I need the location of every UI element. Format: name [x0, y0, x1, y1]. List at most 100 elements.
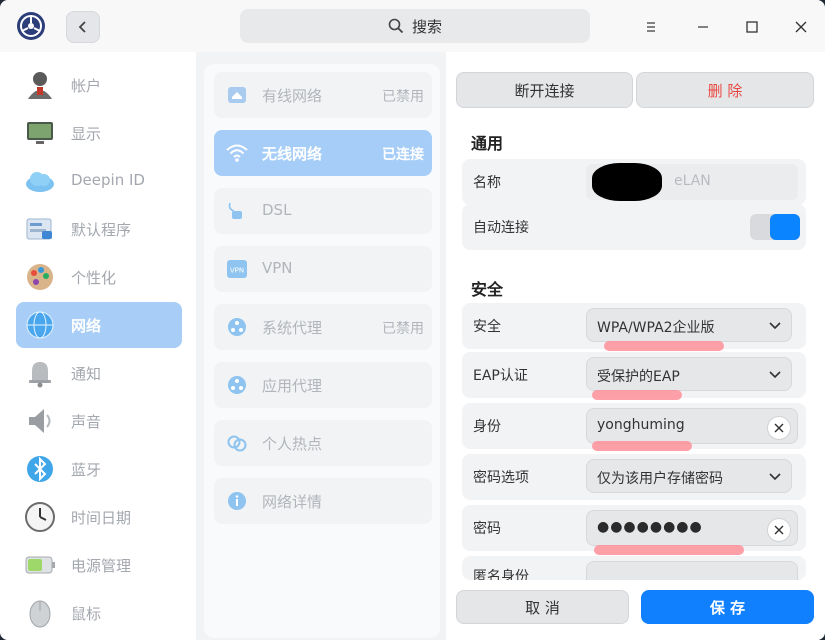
- eap-value: 受保护的EAP: [597, 369, 680, 385]
- hotspot-icon: [227, 435, 247, 452]
- name-label: 名称: [473, 175, 501, 191]
- eap-row: EAP认证 受保护的EAP: [462, 352, 806, 400]
- title-bar: 搜索: [0, 0, 825, 52]
- sidebar-item-datetime[interactable]: 时间日期: [16, 494, 182, 540]
- sidebar-item-network[interactable]: 网络: [16, 302, 182, 348]
- disconnect-button[interactable]: 断开连接: [456, 72, 633, 108]
- network-item-label: 有线网络: [262, 87, 323, 105]
- password-option-value: 仅为该用户存储密码: [597, 471, 723, 487]
- sidebar-item-personalization[interactable]: 个性化: [16, 254, 182, 300]
- highlight-mark: [592, 441, 692, 451]
- cloud-icon: [26, 172, 54, 192]
- close-button[interactable]: [786, 12, 816, 42]
- auto-connect-toggle[interactable]: [750, 214, 800, 240]
- sidebar-item-mouse[interactable]: 鼠标: [16, 590, 182, 636]
- menu-icon: [647, 22, 655, 32]
- network-item-wired[interactable]: 有线网络 已禁用: [214, 72, 432, 118]
- minimize-icon: [698, 26, 708, 28]
- settings-window: 搜索 帐户 显示 Deepin ID 默认程序 个性化 网络 通知 声音 蓝牙 …: [0, 0, 825, 640]
- bell-icon: [29, 362, 51, 388]
- network-item-details[interactable]: 网络详情: [214, 478, 432, 524]
- system-proxy-icon: [228, 318, 246, 336]
- redaction-mark: [592, 163, 662, 201]
- maximize-icon: [746, 21, 758, 33]
- vpn-icon: VPN: [227, 260, 247, 278]
- sidebar-item-default-apps[interactable]: 默认程序: [16, 206, 182, 252]
- highlight-mark: [604, 341, 724, 351]
- sidebar-item-notification[interactable]: 通知: [16, 350, 182, 396]
- network-item-system-proxy[interactable]: 系统代理 已禁用: [214, 304, 432, 350]
- sidebar-item-label: 默认程序: [71, 221, 132, 239]
- security-row: 安全 WPA/WPA2企业版: [462, 303, 806, 351]
- bluetooth-icon: [27, 456, 53, 482]
- network-item-label: 网络详情: [262, 493, 323, 511]
- eap-select[interactable]: 受保护的EAP: [586, 357, 792, 391]
- speaker-icon: [29, 409, 51, 433]
- cancel-button[interactable]: 取 消: [456, 590, 629, 624]
- network-item-status: 已禁用: [382, 321, 424, 337]
- identity-value: yonghuming: [597, 417, 685, 433]
- delete-button[interactable]: 删 除: [636, 72, 814, 108]
- sidebar-item-bluetooth[interactable]: 蓝牙: [16, 446, 182, 492]
- highlight-mark: [592, 390, 682, 400]
- network-item-hotspot[interactable]: 个人热点: [214, 420, 432, 466]
- back-button[interactable]: [66, 11, 100, 43]
- chevron-down-icon: [769, 473, 781, 481]
- clear-button[interactable]: [767, 518, 791, 542]
- highlight-mark: [594, 545, 744, 555]
- network-item-status: 已连接: [382, 147, 424, 163]
- anonymous-identity-row: 匿名身份: [462, 556, 806, 580]
- save-button[interactable]: 保 存: [641, 590, 814, 624]
- network-item-label: DSL: [262, 201, 292, 219]
- sidebar-item-display[interactable]: 显示: [16, 110, 182, 156]
- sidebar-item-deepin-id[interactable]: Deepin ID: [16, 158, 182, 204]
- search-placeholder: 搜索: [411, 17, 442, 36]
- palette-icon: [27, 264, 53, 290]
- maximize-button[interactable]: [737, 12, 767, 42]
- app-proxy-icon: [228, 376, 246, 394]
- chevron-down-icon: [769, 371, 781, 379]
- default-apps-icon: [26, 218, 52, 240]
- svg-text:VPN: VPN: [230, 267, 244, 275]
- security-select[interactable]: WPA/WPA2企业版: [586, 308, 792, 342]
- sidebar: 帐户 显示 Deepin ID 默认程序 个性化 网络 通知 声音 蓝牙 时间日…: [0, 52, 196, 640]
- sidebar-item-label: 显示: [71, 125, 102, 143]
- chevron-left-icon: [78, 21, 86, 33]
- identity-input[interactable]: yonghuming: [586, 408, 798, 444]
- security-value: WPA/WPA2企业版: [597, 320, 715, 336]
- eap-label: EAP认证: [473, 368, 528, 384]
- password-option-row: 密码选项 仅为该用户存储密码: [462, 454, 806, 500]
- network-item-wireless[interactable]: 无线网络 已连接: [214, 130, 432, 176]
- anonymous-identity-input[interactable]: [586, 561, 798, 580]
- sidebar-item-sound[interactable]: 声音: [16, 398, 182, 444]
- dsl-icon: [228, 202, 242, 219]
- clear-button[interactable]: [767, 416, 791, 440]
- network-item-app-proxy[interactable]: 应用代理: [214, 362, 432, 408]
- sidebar-item-account[interactable]: 帐户: [16, 62, 182, 108]
- menu-button[interactable]: [636, 12, 666, 42]
- action-bar: 取 消 保 存: [446, 580, 825, 640]
- identity-label: 身份: [473, 419, 501, 435]
- password-label: 密码: [473, 521, 501, 537]
- minimize-button[interactable]: [688, 12, 718, 42]
- password-input[interactable]: ●●●●●●●●: [586, 510, 798, 546]
- sidebar-item-power[interactable]: 电源管理: [16, 542, 182, 588]
- cancel-button-label: 取 消: [525, 598, 560, 617]
- close-icon: [795, 21, 807, 33]
- save-button-label: 保 存: [709, 598, 746, 617]
- sidebar-item-label: 网络: [71, 317, 102, 335]
- search-input[interactable]: 搜索: [240, 9, 590, 43]
- info-icon: [228, 492, 246, 510]
- clear-icon: [774, 423, 784, 433]
- sidebar-item-label: 声音: [71, 413, 102, 431]
- network-item-dsl[interactable]: DSL: [214, 188, 432, 234]
- auto-connect-row: 自动连接: [462, 204, 806, 250]
- display-icon: [27, 122, 53, 144]
- network-item-vpn[interactable]: VPN VPN: [214, 246, 432, 292]
- network-item-status: 已禁用: [382, 89, 424, 105]
- password-option-select[interactable]: 仅为该用户存储密码: [586, 459, 792, 493]
- sidebar-item-label: 时间日期: [71, 509, 132, 527]
- disconnect-button-label: 断开连接: [514, 81, 575, 100]
- sidebar-item-label: 帐户: [71, 77, 102, 95]
- chevron-down-icon: [769, 322, 781, 330]
